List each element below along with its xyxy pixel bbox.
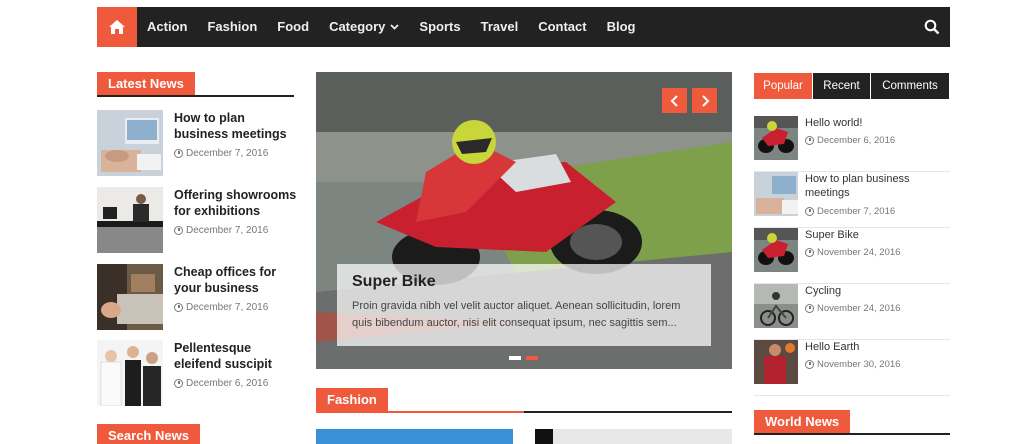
- popular-date: November 24, 2016: [805, 247, 900, 258]
- latest-news-item[interactable]: How to plan business meetings December 7…: [97, 110, 297, 176]
- tab-popular[interactable]: Popular: [754, 73, 812, 99]
- slider-next-button[interactable]: [692, 88, 717, 113]
- clock-icon: [805, 248, 814, 257]
- main-navigation: Action Fashion Food Category Sports Trav…: [97, 7, 950, 47]
- fashion-label: Fashion: [316, 388, 388, 412]
- news-date-text: December 6, 2016: [186, 378, 269, 389]
- clock-icon: [805, 360, 814, 369]
- nav-item-food[interactable]: Food: [267, 7, 319, 47]
- nav-item-category[interactable]: Category: [319, 7, 409, 47]
- fashion-thumbnail[interactable]: [316, 429, 513, 444]
- news-date-text: December 7, 2016: [186, 225, 269, 236]
- clock-icon: [805, 207, 814, 216]
- latest-news-item[interactable]: Cheap offices for your business December…: [97, 264, 297, 330]
- news-title[interactable]: Cheap offices for your business: [174, 264, 297, 296]
- nav-item-category-label: Category: [329, 19, 386, 34]
- clock-icon: [174, 226, 183, 235]
- slide-caption: Super Bike Proin gravida nibh vel velit …: [337, 264, 711, 346]
- nav-item-fashion[interactable]: Fashion: [197, 7, 267, 47]
- popular-item[interactable]: Hello Earth November 30, 2016: [754, 340, 950, 396]
- popular-title[interactable]: Super Bike: [805, 228, 950, 242]
- news-title[interactable]: How to plan business meetings: [174, 110, 297, 142]
- popular-title[interactable]: How to plan business meetings: [805, 172, 950, 200]
- world-news-heading: World News: [754, 410, 950, 435]
- news-date: December 7, 2016: [174, 302, 268, 313]
- fashion-heading: Fashion: [316, 388, 732, 413]
- popular-date-text: November 24, 2016: [817, 303, 901, 314]
- popular-date: November 24, 2016: [805, 303, 900, 314]
- popular-date: December 6, 2016: [805, 135, 895, 146]
- news-date-text: December 7, 2016: [186, 148, 269, 159]
- clock-icon: [174, 303, 183, 312]
- popular-thumbnail[interactable]: [754, 340, 798, 384]
- popular-thumbnail[interactable]: [754, 228, 798, 272]
- nav-item-contact[interactable]: Contact: [528, 7, 596, 47]
- fashion-thumbnail[interactable]: [535, 429, 732, 444]
- news-thumbnail[interactable]: [97, 264, 163, 330]
- slide-title[interactable]: Super Bike: [352, 273, 696, 291]
- slider-dot-1[interactable]: [509, 356, 521, 360]
- news-date: December 7, 2016: [174, 148, 268, 159]
- popular-title[interactable]: Hello Earth: [805, 340, 950, 354]
- slider-dot-2[interactable]: [526, 356, 538, 360]
- popular-date-text: December 6, 2016: [817, 135, 896, 146]
- news-title[interactable]: Pellentesque eleifend suscipit: [174, 340, 297, 372]
- latest-news-label: Latest News: [97, 72, 195, 96]
- popular-date: December 7, 2016: [805, 206, 895, 217]
- latest-news-item[interactable]: Offering showrooms for exhibitions Decem…: [97, 187, 297, 253]
- popular-item[interactable]: Hello world! December 6, 2016: [754, 116, 950, 172]
- news-thumbnail[interactable]: [97, 187, 163, 253]
- popular-date-text: November 30, 2016: [817, 359, 901, 370]
- popular-thumbnail[interactable]: [754, 284, 798, 328]
- popular-item[interactable]: Super Bike November 24, 2016: [754, 228, 950, 284]
- tabs-bar: Popular Recent Comments: [754, 73, 950, 99]
- popular-date-text: December 7, 2016: [817, 206, 896, 217]
- search-news-heading: Search News: [97, 424, 294, 444]
- tab-recent[interactable]: Recent: [813, 73, 870, 99]
- news-date-text: December 7, 2016: [186, 302, 269, 313]
- heading-divider: [754, 433, 950, 435]
- featured-slider[interactable]: Super Bike Proin gravida nibh vel velit …: [316, 72, 732, 369]
- clock-icon: [805, 304, 814, 313]
- clock-icon: [174, 149, 183, 158]
- home-button[interactable]: [97, 7, 137, 47]
- nav-item-travel[interactable]: Travel: [471, 7, 529, 47]
- tab-comments[interactable]: Comments: [871, 73, 949, 99]
- latest-news-heading: Latest News: [97, 72, 294, 97]
- news-date: December 6, 2016: [174, 378, 268, 389]
- popular-thumbnail[interactable]: [754, 116, 798, 160]
- heading-divider: [97, 95, 294, 97]
- news-title[interactable]: Offering showrooms for exhibitions: [174, 187, 297, 219]
- chevron-down-icon: [390, 24, 400, 30]
- clock-icon: [174, 379, 183, 388]
- heading-divider-accent: [316, 411, 524, 413]
- nav-menu: Action Fashion Food Category Sports Trav…: [137, 7, 645, 47]
- popular-date-text: November 24, 2016: [817, 247, 901, 258]
- nav-item-action[interactable]: Action: [137, 7, 197, 47]
- latest-news-item[interactable]: Pellentesque eleifend suscipit December …: [97, 340, 297, 406]
- news-date: December 7, 2016: [174, 225, 268, 236]
- slide-excerpt: Proin gravida nibh vel velit auctor aliq…: [352, 300, 681, 329]
- chevron-right-icon: [701, 94, 709, 107]
- popular-item[interactable]: How to plan business meetings December 7…: [754, 172, 950, 228]
- world-news-label: World News: [754, 410, 851, 434]
- popular-thumbnail[interactable]: [754, 172, 798, 216]
- home-icon: [109, 20, 125, 34]
- chevron-left-icon: [670, 94, 678, 107]
- search-news-label: Search News: [97, 424, 200, 444]
- nav-item-blog[interactable]: Blog: [597, 7, 646, 47]
- nav-item-sports[interactable]: Sports: [409, 7, 470, 47]
- clock-icon: [805, 136, 814, 145]
- news-thumbnail[interactable]: [97, 110, 163, 176]
- news-thumbnail[interactable]: [97, 340, 163, 406]
- slider-prev-button[interactable]: [662, 88, 687, 113]
- search-icon[interactable]: [924, 19, 940, 35]
- popular-title[interactable]: Hello world!: [805, 116, 950, 130]
- popular-item[interactable]: Cycling November 24, 2016: [754, 284, 950, 340]
- popular-title[interactable]: Cycling: [805, 284, 950, 298]
- popular-date: November 30, 2016: [805, 359, 900, 370]
